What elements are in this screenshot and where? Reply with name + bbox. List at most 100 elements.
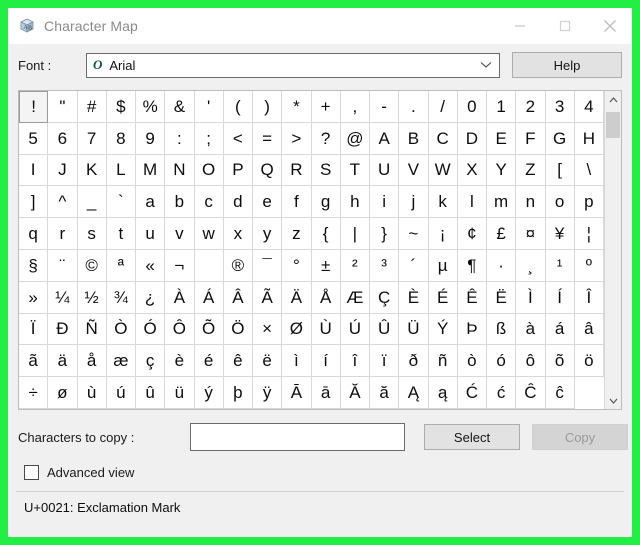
char-cell[interactable]: { xyxy=(311,218,341,250)
char-cell[interactable]: f xyxy=(282,186,312,219)
char-cell[interactable]: E xyxy=(487,122,517,155)
char-cell[interactable]: ì xyxy=(282,345,312,378)
char-cell[interactable]: û xyxy=(136,377,166,409)
char-cell[interactable]: æ xyxy=(106,345,136,378)
char-cell[interactable]: b xyxy=(165,186,195,219)
char-cell[interactable]: ^ xyxy=(48,186,78,219)
char-cell[interactable]: 3 xyxy=(545,91,575,123)
scrollbar-thumb[interactable] xyxy=(606,112,620,138)
close-button[interactable] xyxy=(587,8,632,44)
char-cell[interactable]: » xyxy=(19,281,49,314)
char-cell[interactable]: Q xyxy=(253,154,283,187)
char-cell[interactable]: ö xyxy=(574,345,604,378)
scrollbar-track[interactable] xyxy=(605,108,621,392)
char-cell[interactable]: ® xyxy=(223,249,253,282)
char-cell[interactable]: a xyxy=(136,186,166,219)
char-cell[interactable]: _ xyxy=(77,186,107,219)
help-button[interactable]: Help xyxy=(512,52,622,78)
char-cell[interactable]: · xyxy=(487,249,517,282)
char-cell[interactable]: 7 xyxy=(77,122,107,155)
char-cell[interactable]: | xyxy=(340,218,370,250)
char-cell[interactable]: u xyxy=(136,218,166,250)
char-cell[interactable]: Ó xyxy=(136,313,166,346)
char-cell[interactable]: R xyxy=(282,154,312,187)
char-cell[interactable]: ` xyxy=(106,186,136,219)
char-cell[interactable]: Ĉ xyxy=(516,377,546,409)
char-cell[interactable]: & xyxy=(165,91,195,123)
char-cell[interactable]: Ç xyxy=(370,281,400,314)
char-cell[interactable]: c xyxy=(194,186,224,219)
char-cell[interactable]: 4 xyxy=(574,91,604,123)
char-cell[interactable]: ¨ xyxy=(48,249,78,282)
char-cell[interactable]: õ xyxy=(545,345,575,378)
char-cell[interactable]: F xyxy=(516,122,546,155)
char-cell[interactable]: + xyxy=(311,91,341,123)
char-cell[interactable]: x xyxy=(223,218,253,250)
char-cell[interactable]: Y xyxy=(487,154,517,187)
char-cell[interactable]: Ì xyxy=(516,281,546,314)
char-cell[interactable]: á xyxy=(545,313,575,346)
characters-to-copy-input[interactable] xyxy=(190,423,405,451)
char-cell[interactable]: Þ xyxy=(457,313,487,346)
char-cell[interactable]: " xyxy=(48,91,78,123)
char-cell[interactable]: ¬ xyxy=(165,249,195,282)
char-cell[interactable]: î xyxy=(340,345,370,378)
char-cell[interactable]: « xyxy=(136,249,166,282)
char-cell[interactable]: ­ xyxy=(194,249,224,282)
char-cell[interactable]: $ xyxy=(106,91,136,123)
char-cell[interactable]: - xyxy=(370,91,400,123)
char-cell[interactable]: ß xyxy=(487,313,517,346)
char-cell[interactable]: 1 xyxy=(487,91,517,123)
char-cell[interactable]: v xyxy=(165,218,195,250)
char-cell[interactable]: ā xyxy=(311,377,341,409)
char-cell[interactable]: ú xyxy=(106,377,136,409)
char-cell[interactable]: ă xyxy=(370,377,400,409)
char-cell[interactable]: > xyxy=(282,122,312,155)
char-cell[interactable]: þ xyxy=(223,377,253,409)
minimize-button[interactable] xyxy=(497,8,542,44)
char-cell[interactable]: ¥ xyxy=(545,218,575,250)
char-cell[interactable]: ¸ xyxy=(516,249,546,282)
char-cell[interactable]: Ā xyxy=(282,377,312,409)
char-cell[interactable]: è xyxy=(165,345,195,378)
char-cell[interactable]: = xyxy=(253,122,283,155)
char-cell[interactable]: å xyxy=(77,345,107,378)
char-cell[interactable]: T xyxy=(340,154,370,187)
char-cell[interactable]: ø xyxy=(48,377,78,409)
char-cell[interactable]: ! xyxy=(19,91,49,123)
char-cell[interactable]: n xyxy=(516,186,546,219)
char-cell[interactable]: < xyxy=(223,122,253,155)
char-cell[interactable]: Û xyxy=(370,313,400,346)
char-cell[interactable]: o xyxy=(545,186,575,219)
char-cell[interactable]: Ú xyxy=(340,313,370,346)
scrollbar-down-button[interactable] xyxy=(605,392,621,409)
char-cell[interactable]: È xyxy=(399,281,429,314)
grid-scrollbar[interactable] xyxy=(604,91,621,409)
char-cell[interactable]: ¢ xyxy=(457,218,487,250)
char-cell[interactable]: Ä xyxy=(282,281,312,314)
char-cell[interactable]: j xyxy=(399,186,429,219)
char-cell[interactable]: : xyxy=(165,122,195,155)
char-cell[interactable]: 0 xyxy=(457,91,487,123)
char-cell[interactable]: d xyxy=(223,186,253,219)
char-cell[interactable]: µ xyxy=(428,249,458,282)
char-cell[interactable]: V xyxy=(399,154,429,187)
char-cell[interactable]: B xyxy=(399,122,429,155)
char-cell[interactable]: ; xyxy=(194,122,224,155)
copy-button[interactable]: Copy xyxy=(532,424,628,450)
char-cell[interactable]: r xyxy=(48,218,78,250)
char-cell[interactable]: U xyxy=(370,154,400,187)
char-cell[interactable]: ÷ xyxy=(19,377,49,409)
char-cell[interactable]: Ê xyxy=(457,281,487,314)
char-cell[interactable]: i xyxy=(370,186,400,219)
char-cell[interactable]: ¤ xyxy=(516,218,546,250)
advanced-view-checkbox[interactable] xyxy=(24,464,39,480)
font-combobox[interactable]: O Arial xyxy=(86,52,500,78)
char-cell[interactable]: ² xyxy=(340,249,370,282)
char-cell[interactable]: ¼ xyxy=(48,281,78,314)
char-cell[interactable]: É xyxy=(428,281,458,314)
char-cell[interactable]: P xyxy=(223,154,253,187)
char-cell[interactable]: © xyxy=(77,249,107,282)
char-cell[interactable]: l xyxy=(457,186,487,219)
char-cell[interactable]: D xyxy=(457,122,487,155)
